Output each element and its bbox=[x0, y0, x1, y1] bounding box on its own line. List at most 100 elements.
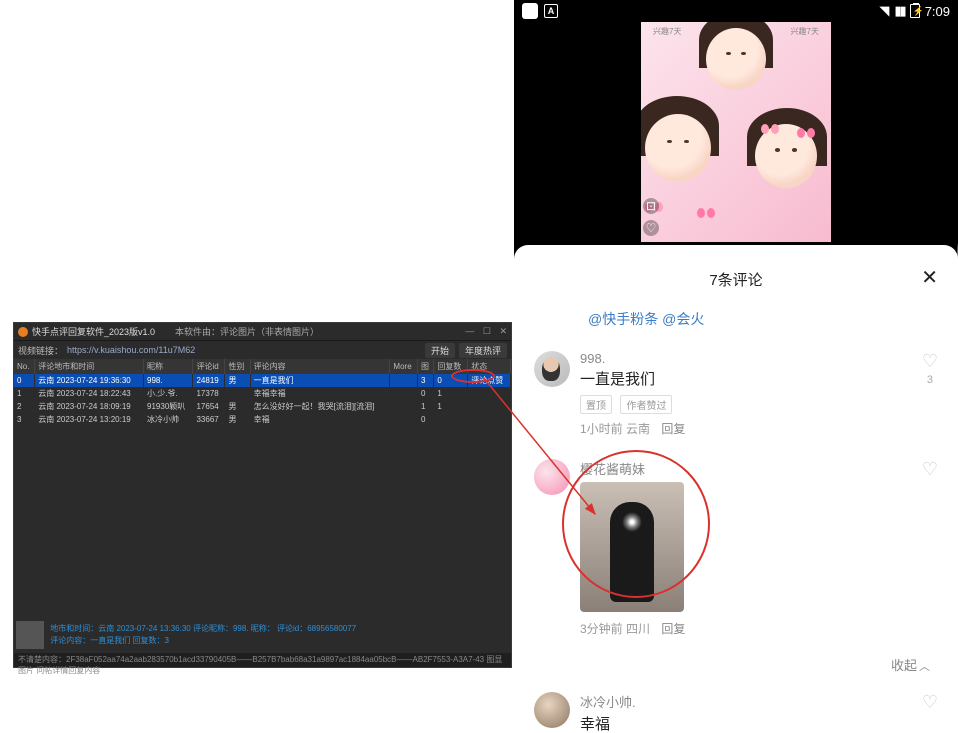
overlay-text-2: 兴趣7天 bbox=[791, 26, 819, 37]
maximize-button[interactable]: ☐ bbox=[483, 326, 491, 336]
app-toolbar: 视频链接： https://v.kuaishou.com/11u7M62 开始 … bbox=[14, 341, 511, 359]
app-titlebar[interactable]: 快手点评回复软件_2023版v1.0 本软件由：评论图片（非表情图片） — ☐ … bbox=[14, 323, 511, 341]
table-cell: 1 bbox=[434, 400, 468, 413]
app-icon bbox=[18, 327, 28, 337]
table-cell: 云南 2023-07-24 18:09:19 bbox=[35, 400, 144, 413]
table-header[interactable]: 评论id bbox=[193, 359, 225, 374]
table-cell bbox=[468, 400, 511, 413]
table-cell: 云南 2023-07-24 19:36:30 bbox=[35, 374, 144, 387]
phone-frame: A ◥ ▮▮ ⚡ 7:09 TS 兴趣7天 兴趣7天 ⊡ bbox=[514, 0, 958, 733]
table-row[interactable]: 0云南 2023-07-24 19:36:30998.24819男一直是我们30… bbox=[14, 374, 511, 387]
video-player[interactable]: 兴趣7天 兴趣7天 ⊡ ♡ bbox=[514, 22, 958, 242]
table-cell: 怎么没好好一起！我哭[流泪][流泪] bbox=[250, 400, 390, 413]
detail-line1: 地市和时间：云南 2023-07-24 13:36:30 评论昵称：998. 昵… bbox=[50, 623, 356, 635]
table-row[interactable]: 1云南 2023-07-24 18:22:43小.少.爷.17378幸福幸福01 bbox=[14, 387, 511, 400]
avatar[interactable] bbox=[534, 459, 570, 495]
avatar[interactable] bbox=[534, 692, 570, 728]
annual-button[interactable]: 年度热评 bbox=[459, 343, 507, 358]
table-cell: 男 bbox=[225, 374, 250, 387]
table-cell bbox=[390, 400, 418, 413]
app-title: 快手点评回复软件_2023版v1.0 bbox=[32, 325, 155, 338]
table-cell: 3 bbox=[418, 374, 434, 387]
detail-avatar bbox=[16, 621, 44, 649]
comment-nickname[interactable]: 樱花酱萌妹 bbox=[580, 459, 912, 478]
table-cell: 33667 bbox=[193, 413, 225, 426]
reply-button[interactable]: 回复 bbox=[661, 622, 685, 636]
table-cell: 2 bbox=[14, 400, 35, 413]
table-cell: 24819 bbox=[193, 374, 225, 387]
status-text: 不清楚内容：2F38aF052aa74a2aab283570b1acd33790… bbox=[18, 654, 507, 666]
table-header[interactable]: 回复数 bbox=[434, 359, 468, 374]
table-cell: 小.少.爷. bbox=[144, 387, 193, 400]
table-cell: 冰冷小帅 bbox=[144, 413, 193, 426]
table-cell: 1 bbox=[14, 387, 35, 400]
data-table-container: No.评论地市和时间昵称评论id性别评论内容More图回复数状态 0 云南 202… bbox=[14, 359, 511, 599]
table-cell bbox=[390, 413, 418, 426]
table-cell: 998. bbox=[144, 374, 193, 387]
table-cell bbox=[390, 387, 418, 400]
table-header[interactable]: 性别 bbox=[225, 359, 250, 374]
clock-text: 7:09 bbox=[925, 4, 950, 19]
comment-image[interactable] bbox=[580, 482, 684, 612]
reply-button[interactable]: 回复 bbox=[661, 422, 685, 436]
table-header[interactable]: No. bbox=[14, 359, 35, 374]
table-cell: 0 bbox=[418, 413, 434, 426]
author-liked-badge: 作者赞过 bbox=[620, 395, 672, 414]
signal-icon: ▮▮ bbox=[894, 3, 904, 19]
app-square-icon bbox=[522, 3, 538, 19]
table-cell: 1 bbox=[418, 400, 434, 413]
table-cell: 云南 2023-07-24 18:22:43 bbox=[35, 387, 144, 400]
table-header[interactable]: 评论内容 bbox=[250, 359, 390, 374]
app-subtitle: 本软件由：评论图片（非表情图片） bbox=[175, 325, 319, 338]
table-cell: 云南 2023-07-24 13:20:19 bbox=[35, 413, 144, 426]
comment-nickname[interactable]: 998. bbox=[580, 351, 912, 366]
table-cell bbox=[390, 374, 418, 387]
start-button[interactable]: 开始 bbox=[425, 343, 455, 358]
table-header[interactable]: 状态 bbox=[468, 359, 511, 374]
minimize-button[interactable]: — bbox=[465, 326, 474, 336]
table-cell: 91930颖叭 bbox=[144, 400, 193, 413]
table-cell: 男 bbox=[225, 400, 250, 413]
detail-line2: 评论内容：一直是我们 回复数：3 bbox=[50, 635, 356, 647]
like-button[interactable]: ♡ bbox=[922, 692, 938, 713]
table-header[interactable]: 评论地市和时间 bbox=[35, 359, 144, 374]
window-controls: — ☐ ✕ bbox=[459, 326, 507, 337]
avatar[interactable] bbox=[534, 351, 570, 387]
table-cell: 0 bbox=[418, 387, 434, 400]
video-thumbnail: 兴趣7天 兴趣7天 ⊡ ♡ bbox=[641, 22, 831, 242]
comment-text: 幸福 bbox=[580, 713, 912, 733]
comment-item: 樱花酱萌妹 3分钟前 四川 回复 ♡ bbox=[534, 451, 938, 651]
table-header[interactable]: 图 bbox=[418, 359, 434, 374]
table-cell bbox=[468, 387, 511, 400]
table-cell bbox=[468, 413, 511, 426]
like-button[interactable]: ♡ bbox=[922, 351, 938, 372]
close-comments-button[interactable]: ✕ bbox=[921, 265, 938, 290]
table-cell: 17654 bbox=[193, 400, 225, 413]
comment-item: 冰冷小帅. 幸福 48分钟前 云南 回复 ♡ bbox=[534, 684, 938, 733]
battery-icon: ⚡ bbox=[910, 4, 920, 18]
comments-panel: 7条评论 ✕ @快手粉条 @会火 998. 一直是我们 置顶 作者赞过 1小时前… bbox=[514, 245, 958, 733]
table-cell: 幸福幸福 bbox=[250, 387, 390, 400]
table-cell: 评论点赞 bbox=[468, 374, 511, 387]
comment-item: 998. 一直是我们 置顶 作者赞过 1小时前 云南 回复 ♡ 3 bbox=[534, 343, 938, 451]
overlay-text-1: 兴趣7天 bbox=[653, 26, 681, 37]
heart-mini-icon[interactable]: ♡ bbox=[643, 220, 659, 236]
chevron-up-icon: ︿ bbox=[919, 661, 930, 673]
table-cell: 3 bbox=[14, 413, 35, 426]
like-button[interactable]: ♡ bbox=[922, 459, 938, 480]
camera-icon[interactable]: ⊡ bbox=[643, 198, 659, 214]
table-cell bbox=[225, 387, 250, 400]
mentions[interactable]: @快手粉条 @会火 bbox=[534, 305, 938, 343]
comments-table[interactable]: No.评论地市和时间昵称评论id性别评论内容More图回复数状态 0 云南 202… bbox=[14, 359, 511, 426]
comment-nickname[interactable]: 冰冷小帅. bbox=[580, 692, 912, 711]
collapse-button[interactable]: 收起︿ bbox=[534, 651, 938, 684]
table-row[interactable]: 3云南 2023-07-24 13:20:19冰冷小帅33667男幸福0 bbox=[14, 413, 511, 426]
table-header[interactable]: 昵称 bbox=[144, 359, 193, 374]
comment-text: 一直是我们 bbox=[580, 368, 912, 389]
close-button[interactable]: ✕ bbox=[499, 326, 507, 336]
comment-meta: 3分钟前 四川 bbox=[580, 622, 650, 636]
table-row[interactable]: 2云南 2023-07-24 18:09:1991930颖叭17654男怎么没好… bbox=[14, 400, 511, 413]
table-cell: 0 bbox=[434, 374, 468, 387]
table-cell: 男 bbox=[225, 413, 250, 426]
table-header[interactable]: More bbox=[390, 359, 418, 374]
